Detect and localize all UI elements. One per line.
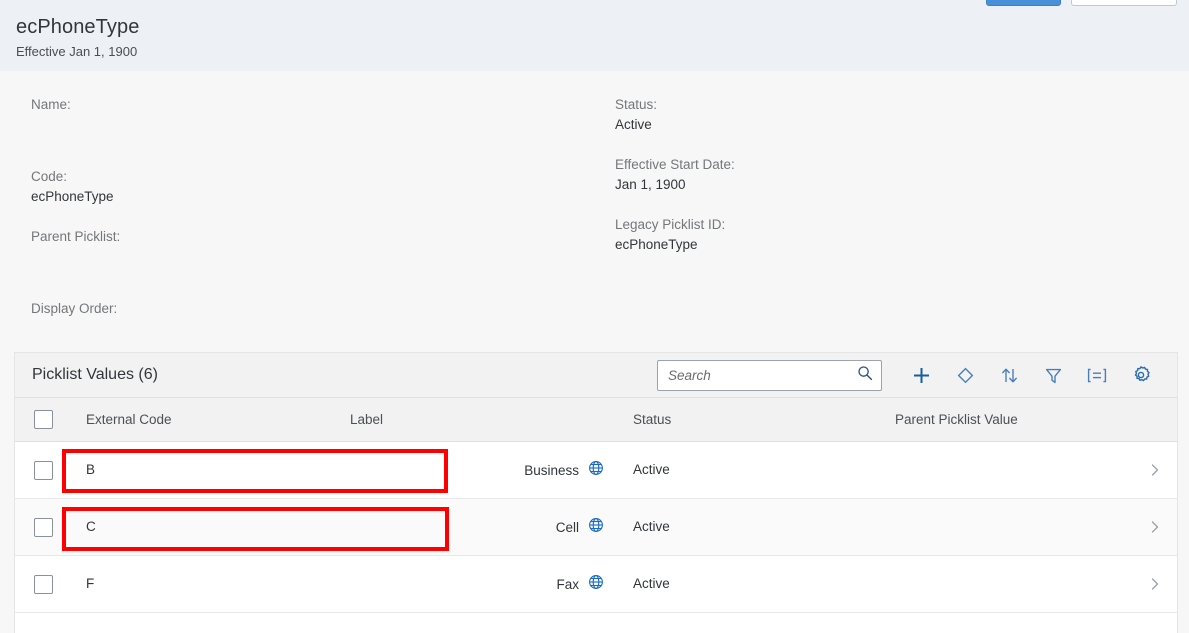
field-legacy-picklist-id: Legacy Picklist ID: ecPhoneType — [615, 215, 1135, 255]
column-header-external-code[interactable]: External Code — [72, 411, 350, 429]
secondary-action-button[interactable] — [1071, 0, 1177, 6]
globe-icon[interactable] — [588, 517, 604, 538]
chevron-right-icon — [1149, 577, 1161, 591]
cell-external-code: F — [72, 575, 350, 593]
cell-status-text: Active — [633, 462, 670, 477]
field-name: Name: — [31, 95, 551, 135]
column-header-parent-picklist-value[interactable]: Parent Picklist Value — [880, 411, 1133, 429]
field-parent-picklist-value — [31, 247, 551, 267]
field-name-value — [31, 115, 551, 135]
cell-label-text: Cell — [556, 520, 579, 535]
field-legacy-picklist-id-label: Legacy Picklist ID: — [615, 215, 1135, 235]
table-row-partial[interactable] — [15, 613, 1177, 633]
chevron-right-icon — [1149, 520, 1161, 534]
cell-status: Active — [618, 461, 880, 479]
table-toolbar: Picklist Values (6) — [15, 353, 1177, 398]
column-header-parent-picklist-value-label: Parent Picklist Value — [895, 412, 1018, 427]
row-select-cell[interactable] — [15, 518, 72, 537]
primary-action-button[interactable] — [986, 0, 1061, 6]
details-column-right: Status: Active Effective Start Date: Jan… — [615, 95, 1135, 275]
page-title: ecPhoneType — [16, 14, 1173, 40]
cell-external-code-text: F — [86, 576, 94, 591]
field-code-label: Code: — [31, 167, 551, 187]
row-navigate-button[interactable] — [1133, 577, 1177, 591]
field-parent-picklist-label: Parent Picklist: — [31, 227, 551, 247]
column-header-label-label: Label — [350, 412, 383, 427]
top-action-bar — [986, 0, 1177, 6]
object-page-header: ecPhoneType Effective Jan 1, 1900 — [0, 0, 1189, 71]
select-all-checkbox[interactable] — [34, 410, 53, 429]
page-subtitle: Effective Jan 1, 1900 — [16, 43, 1173, 60]
search-icon[interactable] — [857, 365, 873, 386]
cell-label-text: Business — [524, 463, 579, 478]
field-effective-start-date-label: Effective Start Date: — [615, 155, 1135, 175]
cell-status-text: Active — [633, 519, 670, 534]
add-icon[interactable] — [899, 355, 943, 395]
cell-label: Business — [350, 460, 618, 481]
cell-label-text: Fax — [556, 577, 579, 592]
field-legacy-picklist-id-value: ecPhoneType — [615, 235, 1135, 255]
row-navigate-button[interactable] — [1133, 463, 1177, 477]
row-select-cell[interactable] — [15, 461, 72, 480]
globe-icon[interactable] — [588, 460, 604, 481]
details-section: Name: Code: ecPhoneType Parent Picklist:… — [0, 71, 1189, 347]
field-display-order-value — [31, 319, 551, 339]
field-code: Code: ecPhoneType — [31, 167, 551, 207]
cell-external-code-text: C — [86, 519, 96, 534]
cell-external-code-text: B — [86, 462, 95, 477]
sort-icon[interactable] — [987, 355, 1031, 395]
table-row[interactable]: F Fax Active — [15, 556, 1177, 613]
settings-icon[interactable] — [1119, 355, 1163, 395]
cell-label: Fax — [350, 574, 618, 595]
column-header-external-code-label: External Code — [86, 412, 172, 427]
field-display-order: Display Order: — [31, 299, 551, 339]
filter-icon[interactable] — [1031, 355, 1075, 395]
globe-icon[interactable] — [588, 574, 604, 595]
cell-label: Cell — [350, 517, 618, 538]
field-code-value: ecPhoneType — [31, 187, 551, 207]
table-row[interactable]: C Cell Active — [15, 499, 1177, 556]
diamond-icon[interactable] — [943, 355, 987, 395]
column-header-status[interactable]: Status — [618, 411, 880, 429]
field-status-label: Status: — [615, 95, 1135, 115]
cell-external-code: B — [72, 461, 350, 479]
cell-status: Active — [618, 575, 880, 593]
field-name-label: Name: — [31, 95, 551, 115]
search-field[interactable] — [657, 360, 882, 391]
picklist-values-card: Picklist Values (6) — [14, 352, 1178, 633]
field-status: Status: Active — [615, 95, 1135, 135]
chevron-right-icon — [1149, 463, 1161, 477]
field-effective-start-date-value: Jan 1, 1900 — [615, 175, 1135, 195]
table-title: Picklist Values (6) — [32, 366, 158, 384]
table-toolbar-actions — [657, 355, 1163, 395]
cell-status-text: Active — [633, 576, 670, 591]
field-parent-picklist: Parent Picklist: — [31, 227, 551, 267]
details-column-left: Name: Code: ecPhoneType Parent Picklist:… — [31, 95, 551, 359]
row-checkbox[interactable] — [34, 461, 53, 480]
column-header-status-label: Status — [633, 412, 671, 427]
select-all-cell[interactable] — [15, 410, 72, 429]
cell-external-code: C — [72, 518, 350, 536]
row-checkbox[interactable] — [34, 575, 53, 594]
field-effective-start-date: Effective Start Date: Jan 1, 1900 — [615, 155, 1135, 195]
row-select-cell[interactable] — [15, 575, 72, 594]
row-navigate-button[interactable] — [1133, 520, 1177, 534]
cell-status: Active — [618, 518, 880, 536]
field-status-value: Active — [615, 115, 1135, 135]
row-checkbox[interactable] — [34, 518, 53, 537]
field-display-order-label: Display Order: — [31, 299, 551, 319]
column-header-label[interactable]: Label — [350, 412, 618, 427]
table-row[interactable]: B Business Active — [15, 442, 1177, 499]
table-header-row: External Code Label Status Parent Pickli… — [15, 398, 1177, 442]
group-icon[interactable] — [1075, 355, 1119, 395]
search-input[interactable] — [668, 368, 857, 383]
